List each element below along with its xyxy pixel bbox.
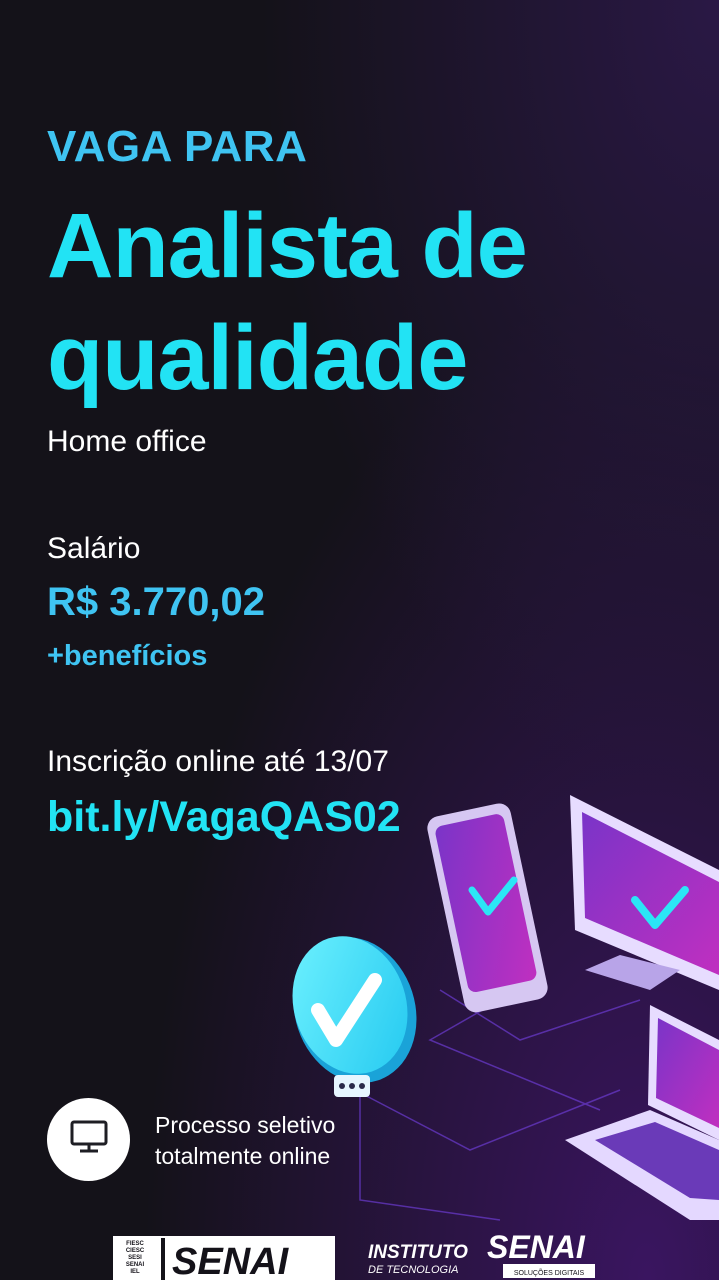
senai-wordmark: SENAI xyxy=(172,1241,290,1280)
job-title-line-2: qualidade xyxy=(47,307,468,409)
monitor-icon xyxy=(70,1120,108,1159)
solucoes-text: SOLUÇÕES DIGITAIS xyxy=(514,1268,585,1277)
salary-value: R$ 3.770,02 xyxy=(47,580,265,624)
benefits-text: +benefícios xyxy=(47,640,208,672)
instituto-senai-text: SENAI xyxy=(487,1229,586,1265)
job-poster: VAGA PARA Analista de qualidade Home off… xyxy=(0,0,719,1280)
de-tecnologia-text: DE TECNOLOGIA xyxy=(368,1264,458,1276)
work-mode-text: Home office xyxy=(47,425,207,458)
laptop-illustration xyxy=(565,1005,719,1220)
footer-logos: FIESC CIESC SESI SENAI IEL SENAI INSTITU… xyxy=(113,1229,595,1280)
process-text-line-2: totalmente online xyxy=(155,1143,331,1169)
phone-illustration xyxy=(427,803,548,1013)
monitor-illustration xyxy=(570,795,719,990)
senai-stack-4: SENAI xyxy=(126,1262,145,1268)
salary-label: Salário xyxy=(47,532,141,565)
check-disc-illustration xyxy=(292,936,417,1097)
process-badge xyxy=(47,1098,130,1181)
kicker-text: VAGA PARA xyxy=(47,122,308,171)
job-title-line-1: Analista de xyxy=(47,195,528,297)
senai-stack-1: FIESC xyxy=(126,1241,144,1247)
process-text-line-1: Processo seletivo xyxy=(155,1112,336,1138)
senai-stack-3: SESI xyxy=(128,1255,142,1261)
instituto-senai-logo: INSTITUTO SENAI DE TECNOLOGIA SOLUÇÕES D… xyxy=(368,1229,595,1278)
process-text: Processo seletivo totalmente online xyxy=(155,1110,335,1172)
job-title: Analista de qualidade xyxy=(47,190,528,414)
instituto-text: INSTITUTO xyxy=(368,1242,468,1263)
senai-logo: FIESC CIESC SESI SENAI IEL SENAI xyxy=(113,1236,335,1280)
senai-stack-2: CIESC xyxy=(126,1248,145,1254)
senai-stack-5: IEL xyxy=(130,1269,140,1275)
